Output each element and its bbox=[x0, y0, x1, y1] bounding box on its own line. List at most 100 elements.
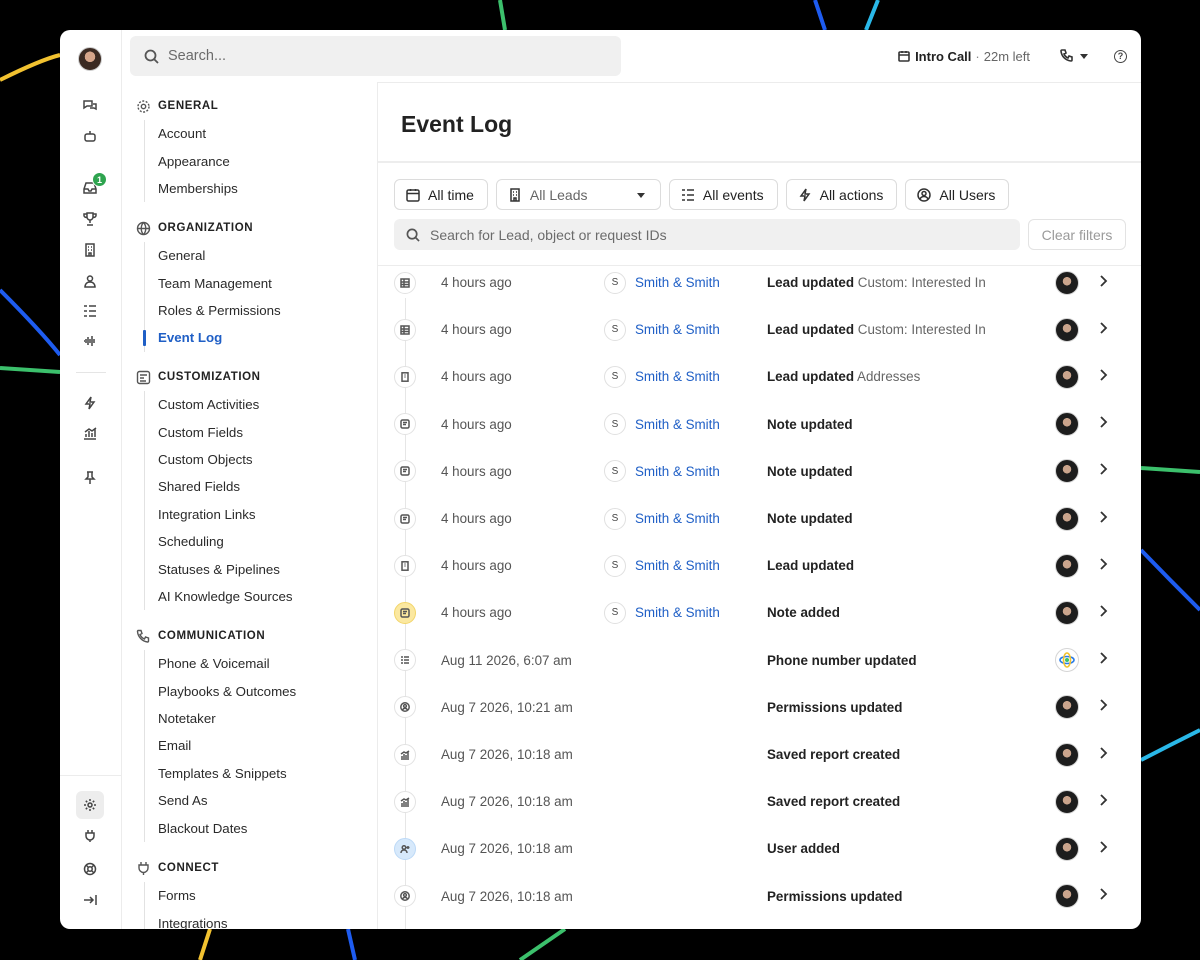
event-row[interactable]: Aug 11 2026, 6:07 am Phone number updated bbox=[378, 637, 1141, 684]
nav-item-team-management[interactable]: Team Management bbox=[145, 269, 377, 296]
lead-link[interactable]: S Smith & Smith bbox=[604, 365, 720, 388]
nav-item-integration-links[interactable]: Integration Links bbox=[145, 501, 377, 528]
nav-item-custom-fields[interactable]: Custom Fields bbox=[145, 418, 377, 445]
upcoming-call[interactable]: Intro Call · 22m left bbox=[898, 49, 1030, 64]
user-avatar[interactable] bbox=[1055, 364, 1079, 389]
user-avatar[interactable] bbox=[1055, 553, 1079, 578]
event-row[interactable]: 4 hours ago S Smith & Smith Lead updated bbox=[378, 542, 1141, 589]
pin-icon[interactable] bbox=[79, 467, 101, 489]
list-icon[interactable] bbox=[79, 300, 101, 322]
waveform-icon[interactable] bbox=[79, 330, 101, 352]
nav-item-statuses-pipelines[interactable]: Statuses & Pipelines bbox=[145, 555, 377, 582]
bot-icon[interactable] bbox=[79, 126, 101, 148]
chevron-right-icon[interactable] bbox=[1098, 651, 1108, 669]
trophy-icon[interactable] bbox=[79, 208, 101, 230]
nav-item-ai-knowledge-sources[interactable]: AI Knowledge Sources bbox=[145, 583, 377, 610]
nav-item-shared-fields[interactable]: Shared Fields bbox=[145, 473, 377, 500]
user-avatar[interactable] bbox=[1055, 789, 1079, 814]
nav-item-custom-objects[interactable]: Custom Objects bbox=[145, 446, 377, 473]
chevron-right-icon[interactable] bbox=[1098, 321, 1108, 339]
filter-actions-button[interactable]: All actions bbox=[785, 179, 898, 210]
lead-link[interactable]: S Smith & Smith bbox=[604, 554, 720, 577]
nav-item-phone-voicemail[interactable]: Phone & Voicemail bbox=[145, 650, 377, 677]
chevron-right-icon[interactable] bbox=[1098, 557, 1108, 575]
person-icon[interactable] bbox=[79, 270, 101, 292]
building-icon[interactable] bbox=[79, 239, 101, 261]
nav-item-notetaker[interactable]: Notetaker bbox=[145, 705, 377, 732]
user-avatar[interactable] bbox=[1055, 742, 1079, 767]
integration-logo[interactable] bbox=[1055, 648, 1079, 673]
id-search-input[interactable]: Search for Lead, object or request IDs bbox=[394, 219, 1020, 250]
filter-time-button[interactable]: All time bbox=[394, 179, 488, 210]
chevron-right-icon[interactable] bbox=[1098, 793, 1108, 811]
event-row[interactable]: 4 hours ago S Smith & Smith Lead updated Cu… bbox=[378, 259, 1141, 306]
user-avatar[interactable] bbox=[1055, 459, 1079, 484]
lead-link[interactable]: S Smith & Smith bbox=[604, 318, 720, 341]
filter-users-button[interactable]: All Users bbox=[905, 179, 1010, 210]
event-row[interactable]: 4 hours ago S Smith & Smith Note updated bbox=[378, 401, 1141, 448]
event-row[interactable]: Aug 7 2026, 10:18 am Permissions updated bbox=[378, 873, 1141, 920]
user-avatar[interactable] bbox=[1055, 884, 1079, 909]
chart-icon[interactable] bbox=[79, 422, 101, 444]
help-icon[interactable]: ? bbox=[1114, 49, 1127, 63]
nav-item-email[interactable]: Email bbox=[145, 732, 377, 759]
lead-link[interactable]: S Smith & Smith bbox=[604, 271, 720, 294]
user-avatar[interactable] bbox=[1055, 506, 1079, 531]
user-avatar[interactable] bbox=[1055, 836, 1079, 861]
chevron-right-icon[interactable] bbox=[1098, 604, 1108, 622]
user-avatar[interactable] bbox=[1055, 270, 1079, 295]
nav-item-send-as[interactable]: Send As bbox=[145, 787, 377, 814]
nav-item-account[interactable]: Account bbox=[145, 120, 377, 147]
nav-item-general[interactable]: General bbox=[145, 242, 377, 269]
current-user-avatar[interactable] bbox=[78, 47, 102, 71]
user-avatar[interactable] bbox=[1055, 412, 1079, 437]
filter-leads-select[interactable]: All Leads bbox=[495, 179, 661, 210]
event-row[interactable]: Aug 7 2026, 10:18 am User added bbox=[378, 825, 1141, 872]
event-row[interactable]: 4 hours ago S Smith & Smith Lead updated Cu… bbox=[378, 306, 1141, 353]
event-row[interactable]: Aug 7 2026, 10:21 am Permissions updated bbox=[378, 684, 1141, 731]
nav-item-scheduling[interactable]: Scheduling bbox=[145, 528, 377, 555]
nav-item-forms[interactable]: Forms bbox=[145, 882, 377, 909]
global-search-input[interactable]: Search... bbox=[130, 36, 621, 76]
nav-item-memberships[interactable]: Memberships bbox=[145, 175, 377, 202]
filter-events-button[interactable]: All events bbox=[668, 179, 778, 210]
nav-item-custom-activities[interactable]: Custom Activities bbox=[145, 391, 377, 418]
chevron-right-icon[interactable] bbox=[1098, 840, 1108, 858]
lightning-icon[interactable] bbox=[79, 392, 101, 414]
nav-item-appearance[interactable]: Appearance bbox=[145, 147, 377, 174]
nav-item-roles-permissions[interactable]: Roles & Permissions bbox=[145, 297, 377, 324]
lead-link[interactable]: S Smith & Smith bbox=[604, 413, 720, 436]
event-row[interactable]: Aug 7 2026, 10:18 am Saved report created bbox=[378, 731, 1141, 778]
collapse-icon[interactable] bbox=[79, 889, 101, 911]
event-row[interactable]: Aug 7 2026, 10:18 am Saved report created bbox=[378, 778, 1141, 825]
nav-item-integrations[interactable]: Integrations bbox=[145, 909, 377, 929]
chevron-right-icon[interactable] bbox=[1098, 887, 1108, 905]
user-avatar[interactable] bbox=[1055, 695, 1079, 720]
chevron-right-icon[interactable] bbox=[1098, 746, 1108, 764]
event-row[interactable]: 4 hours ago S Smith & Smith Note updated bbox=[378, 495, 1141, 542]
user-avatar[interactable] bbox=[1055, 317, 1079, 342]
clear-filters-button[interactable]: Clear filters bbox=[1028, 219, 1126, 250]
nav-item-event-log[interactable]: Event Log bbox=[143, 324, 377, 351]
chat-icon[interactable] bbox=[79, 95, 101, 117]
lead-link[interactable]: S Smith & Smith bbox=[604, 507, 720, 530]
chevron-right-icon[interactable] bbox=[1098, 698, 1108, 716]
phone-dropdown[interactable] bbox=[1060, 49, 1088, 63]
nav-item-blackout-dates[interactable]: Blackout Dates bbox=[145, 814, 377, 841]
support-icon[interactable] bbox=[79, 858, 101, 880]
user-avatar[interactable] bbox=[1055, 600, 1079, 625]
event-row[interactable]: 4 hours ago S Smith & Smith Lead updated Ad… bbox=[378, 353, 1141, 400]
chevron-right-icon[interactable] bbox=[1098, 462, 1108, 480]
event-row[interactable]: 4 hours ago S Smith & Smith Note updated bbox=[378, 448, 1141, 495]
lead-link[interactable]: S Smith & Smith bbox=[604, 460, 720, 483]
chevron-right-icon[interactable] bbox=[1098, 415, 1108, 433]
nav-item-templates-snippets[interactable]: Templates & Snippets bbox=[145, 760, 377, 787]
lead-link[interactable]: S Smith & Smith bbox=[604, 601, 720, 624]
plug-icon[interactable] bbox=[79, 825, 101, 847]
chevron-right-icon[interactable] bbox=[1098, 510, 1108, 528]
chevron-right-icon[interactable] bbox=[1098, 274, 1108, 292]
gear-icon[interactable] bbox=[76, 791, 104, 819]
nav-item-playbooks-outcomes[interactable]: Playbooks & Outcomes bbox=[145, 677, 377, 704]
event-row[interactable]: 4 hours ago S Smith & Smith Note added bbox=[378, 589, 1141, 636]
chevron-right-icon[interactable] bbox=[1098, 368, 1108, 386]
